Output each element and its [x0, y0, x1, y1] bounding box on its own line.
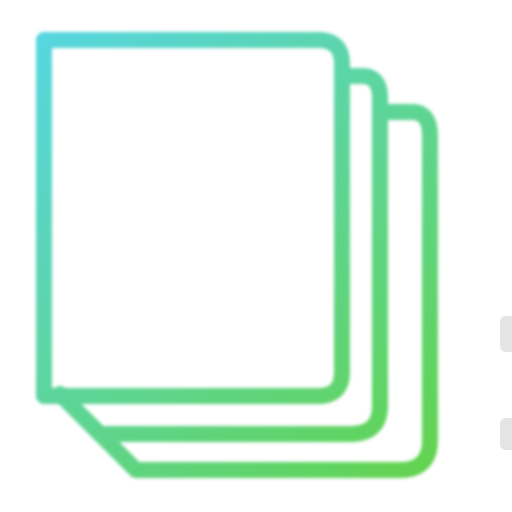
edge-mark-lower — [500, 418, 512, 450]
front-page-outline — [36, 32, 350, 404]
middle-page-outline — [52, 68, 388, 442]
edge-mark-upper — [500, 316, 512, 352]
document-stack-icon — [36, 32, 438, 478]
icon-canvas — [0, 0, 512, 512]
